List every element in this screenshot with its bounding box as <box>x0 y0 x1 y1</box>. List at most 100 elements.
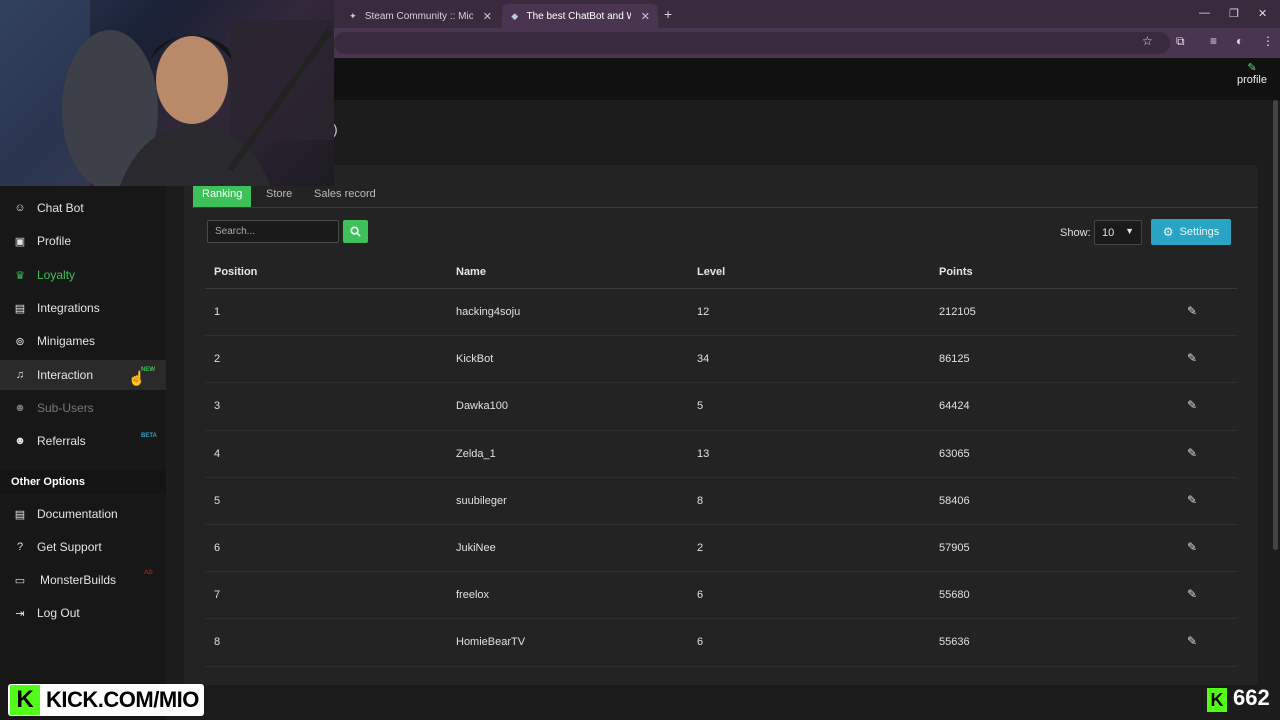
search-icon <box>350 226 361 237</box>
users-icon: ☻ <box>14 402 26 414</box>
top-navigation <box>334 58 1280 100</box>
trophy-icon: ♛ <box>15 269 25 282</box>
maximize-icon[interactable]: ❐ <box>1229 7 1239 20</box>
book-icon: ▤ <box>14 508 26 521</box>
sidebar-item-label: Documentation <box>37 507 118 521</box>
edit-pencil-icon[interactable]: ✎ <box>1187 587 1197 601</box>
laptop-icon: ▭ <box>14 574 26 587</box>
edit-pencil-icon[interactable]: ✎ <box>1187 634 1197 648</box>
table-cell-level: 34 <box>697 353 710 366</box>
row-divider <box>205 335 1237 337</box>
row-divider <box>205 665 1237 667</box>
table-cell-position: 6 <box>214 542 221 554</box>
edit-pencil-icon[interactable]: ✎ <box>1187 304 1197 318</box>
user-group-icon: ☻ <box>14 435 26 447</box>
profile-link[interactable]: ✎ profile <box>1232 62 1272 86</box>
sidebar-item-label: Sub-Users <box>37 401 94 415</box>
table-cell-level: 2 <box>697 542 704 554</box>
close-window-icon[interactable]: ✕ <box>1258 7 1267 20</box>
sidebar-item-integrations[interactable]: ▤ Integrations <box>0 293 166 323</box>
new-tab-icon[interactable]: + <box>664 6 672 22</box>
table-cell-points: 55680 <box>939 589 970 602</box>
sidebar-item-minigames[interactable]: ⊚ Minigames <box>0 326 166 356</box>
browser-tab-title: Steam Community :: Mio :: Item <box>364 10 473 22</box>
chevron-down-icon: ▼ <box>1125 226 1134 236</box>
edit-pencil-icon[interactable]: ✎ <box>1187 493 1197 507</box>
sidebar-item-label: Loyalty <box>37 268 76 282</box>
table-cell-level: 5 <box>697 400 704 413</box>
table-cell-name: hacking4soju <box>456 306 521 318</box>
sidebar-item-chat-bot[interactable]: ☺ Chat Bot <box>0 193 166 223</box>
music-icon: ♫ <box>15 369 25 381</box>
page-scrollbar[interactable] <box>1273 100 1278 550</box>
table-cell-name: freelox <box>456 589 490 602</box>
table-cell-name: KickBot <box>456 353 494 366</box>
table-cell-points: 55636 <box>939 636 970 649</box>
table-cell-name: suubileger <box>456 494 507 507</box>
address-bar[interactable] <box>334 32 1170 54</box>
close-tab-icon[interactable]: ✕ <box>641 10 650 23</box>
browser-profile-icon[interactable]: ◐ <box>1236 34 1243 48</box>
page-size-value: 10 <box>1102 226 1115 239</box>
table-cell-points: 57905 <box>939 542 970 554</box>
edit-pencil-icon[interactable]: ✎ <box>1187 540 1197 554</box>
search-button[interactable] <box>343 220 368 243</box>
webcam-overlay <box>0 0 334 186</box>
sidebar-item-get-support[interactable]: ? Get Support <box>0 532 166 562</box>
sidebar-item-referrals[interactable]: ☻ Referrals BETA <box>0 426 166 456</box>
table-cell-points: 86125 <box>939 353 970 366</box>
edit-pencil-icon[interactable]: ✎ <box>1187 446 1197 460</box>
sidebar-item-label: Chat Bot <box>37 201 84 215</box>
table-cell-name: Zelda_1 <box>456 447 496 460</box>
beta-badge: BETA <box>141 433 157 439</box>
robot-icon: ☺ <box>14 202 26 214</box>
kick-channel-url: KICK.COM/MIO <box>46 687 199 712</box>
settings-button[interactable]: ⚙ Settings <box>1151 219 1231 245</box>
sidebar-item-label: Log Out <box>37 606 80 620</box>
media-control-icon[interactable]: ≡ <box>1210 34 1217 48</box>
column-header-level: Level <box>697 266 726 278</box>
table-cell-name: HomieBearTV <box>456 636 526 649</box>
sidebar-item-loyalty[interactable]: ♛ Loyalty <box>0 260 166 290</box>
table-cell-position: 1 <box>214 306 221 318</box>
browser-tab-title: The best ChatBot and Widgets <box>526 10 630 22</box>
table-cell-points: 64424 <box>939 400 970 413</box>
minimize-icon[interactable]: — <box>1199 7 1210 19</box>
bookmark-star-icon[interactable]: ☆ <box>1142 34 1153 48</box>
ad-badge: AD <box>144 570 153 576</box>
table-cell-name: Dawka100 <box>456 400 508 413</box>
browser-menu-icon[interactable]: ⋮ <box>1262 34 1274 48</box>
edit-pencil-icon[interactable]: ✎ <box>1187 398 1197 412</box>
row-divider <box>205 524 1237 525</box>
webcam-image <box>0 0 334 186</box>
sidebar: ☺ Chat Bot ▣ Profile ♛ Loyalty ▤ Integra… <box>0 186 166 720</box>
close-tab-icon[interactable]: ✕ <box>483 10 492 23</box>
column-header-points: Points <box>939 266 973 278</box>
table-header-divider <box>205 288 1237 289</box>
logout-icon: ⇥ <box>15 607 25 620</box>
sidebar-item-sub-users[interactable]: ☻ Sub-Users <box>0 393 166 423</box>
sidebar-item-log-out[interactable]: ⇥ Log Out <box>0 598 166 628</box>
site-favicon-icon: ◆ <box>511 11 519 21</box>
plug-icon: ▤ <box>14 302 26 315</box>
table-cell-position: 5 <box>214 494 221 507</box>
sidebar-item-label: Referrals <box>37 434 86 448</box>
sidebar-item-label: Integrations <box>37 301 100 315</box>
sidebar-item-label: Minigames <box>37 334 96 348</box>
browser-tab-chatbot[interactable]: ◆ The best ChatBot and Widgets ✕ <box>502 4 658 28</box>
page-size-select[interactable]: 10 ▼ <box>1094 220 1142 245</box>
sidebar-item-documentation[interactable]: ▤ Documentation <box>0 499 166 529</box>
edit-pencil-icon[interactable]: ✎ <box>1187 351 1197 365</box>
settings-button-label: Settings <box>1179 226 1220 238</box>
table-cell-position: 4 <box>214 447 221 460</box>
row-divider <box>205 571 1237 573</box>
extensions-icon[interactable]: ⧉ <box>1176 34 1185 49</box>
search-input[interactable] <box>207 220 339 243</box>
show-label: Show: <box>1060 227 1091 239</box>
sidebar-item-profile[interactable]: ▣ Profile <box>0 226 166 256</box>
browser-tab-steam[interactable]: ✦ Steam Community :: Mio :: Item ✕ <box>340 4 500 28</box>
table-cell-level: 6 <box>697 589 704 602</box>
row-divider <box>205 382 1237 384</box>
row-divider <box>205 476 1237 478</box>
sidebar-item-monsterbuilds[interactable]: ▭ MonsterBuilds AD <box>0 565 166 595</box>
